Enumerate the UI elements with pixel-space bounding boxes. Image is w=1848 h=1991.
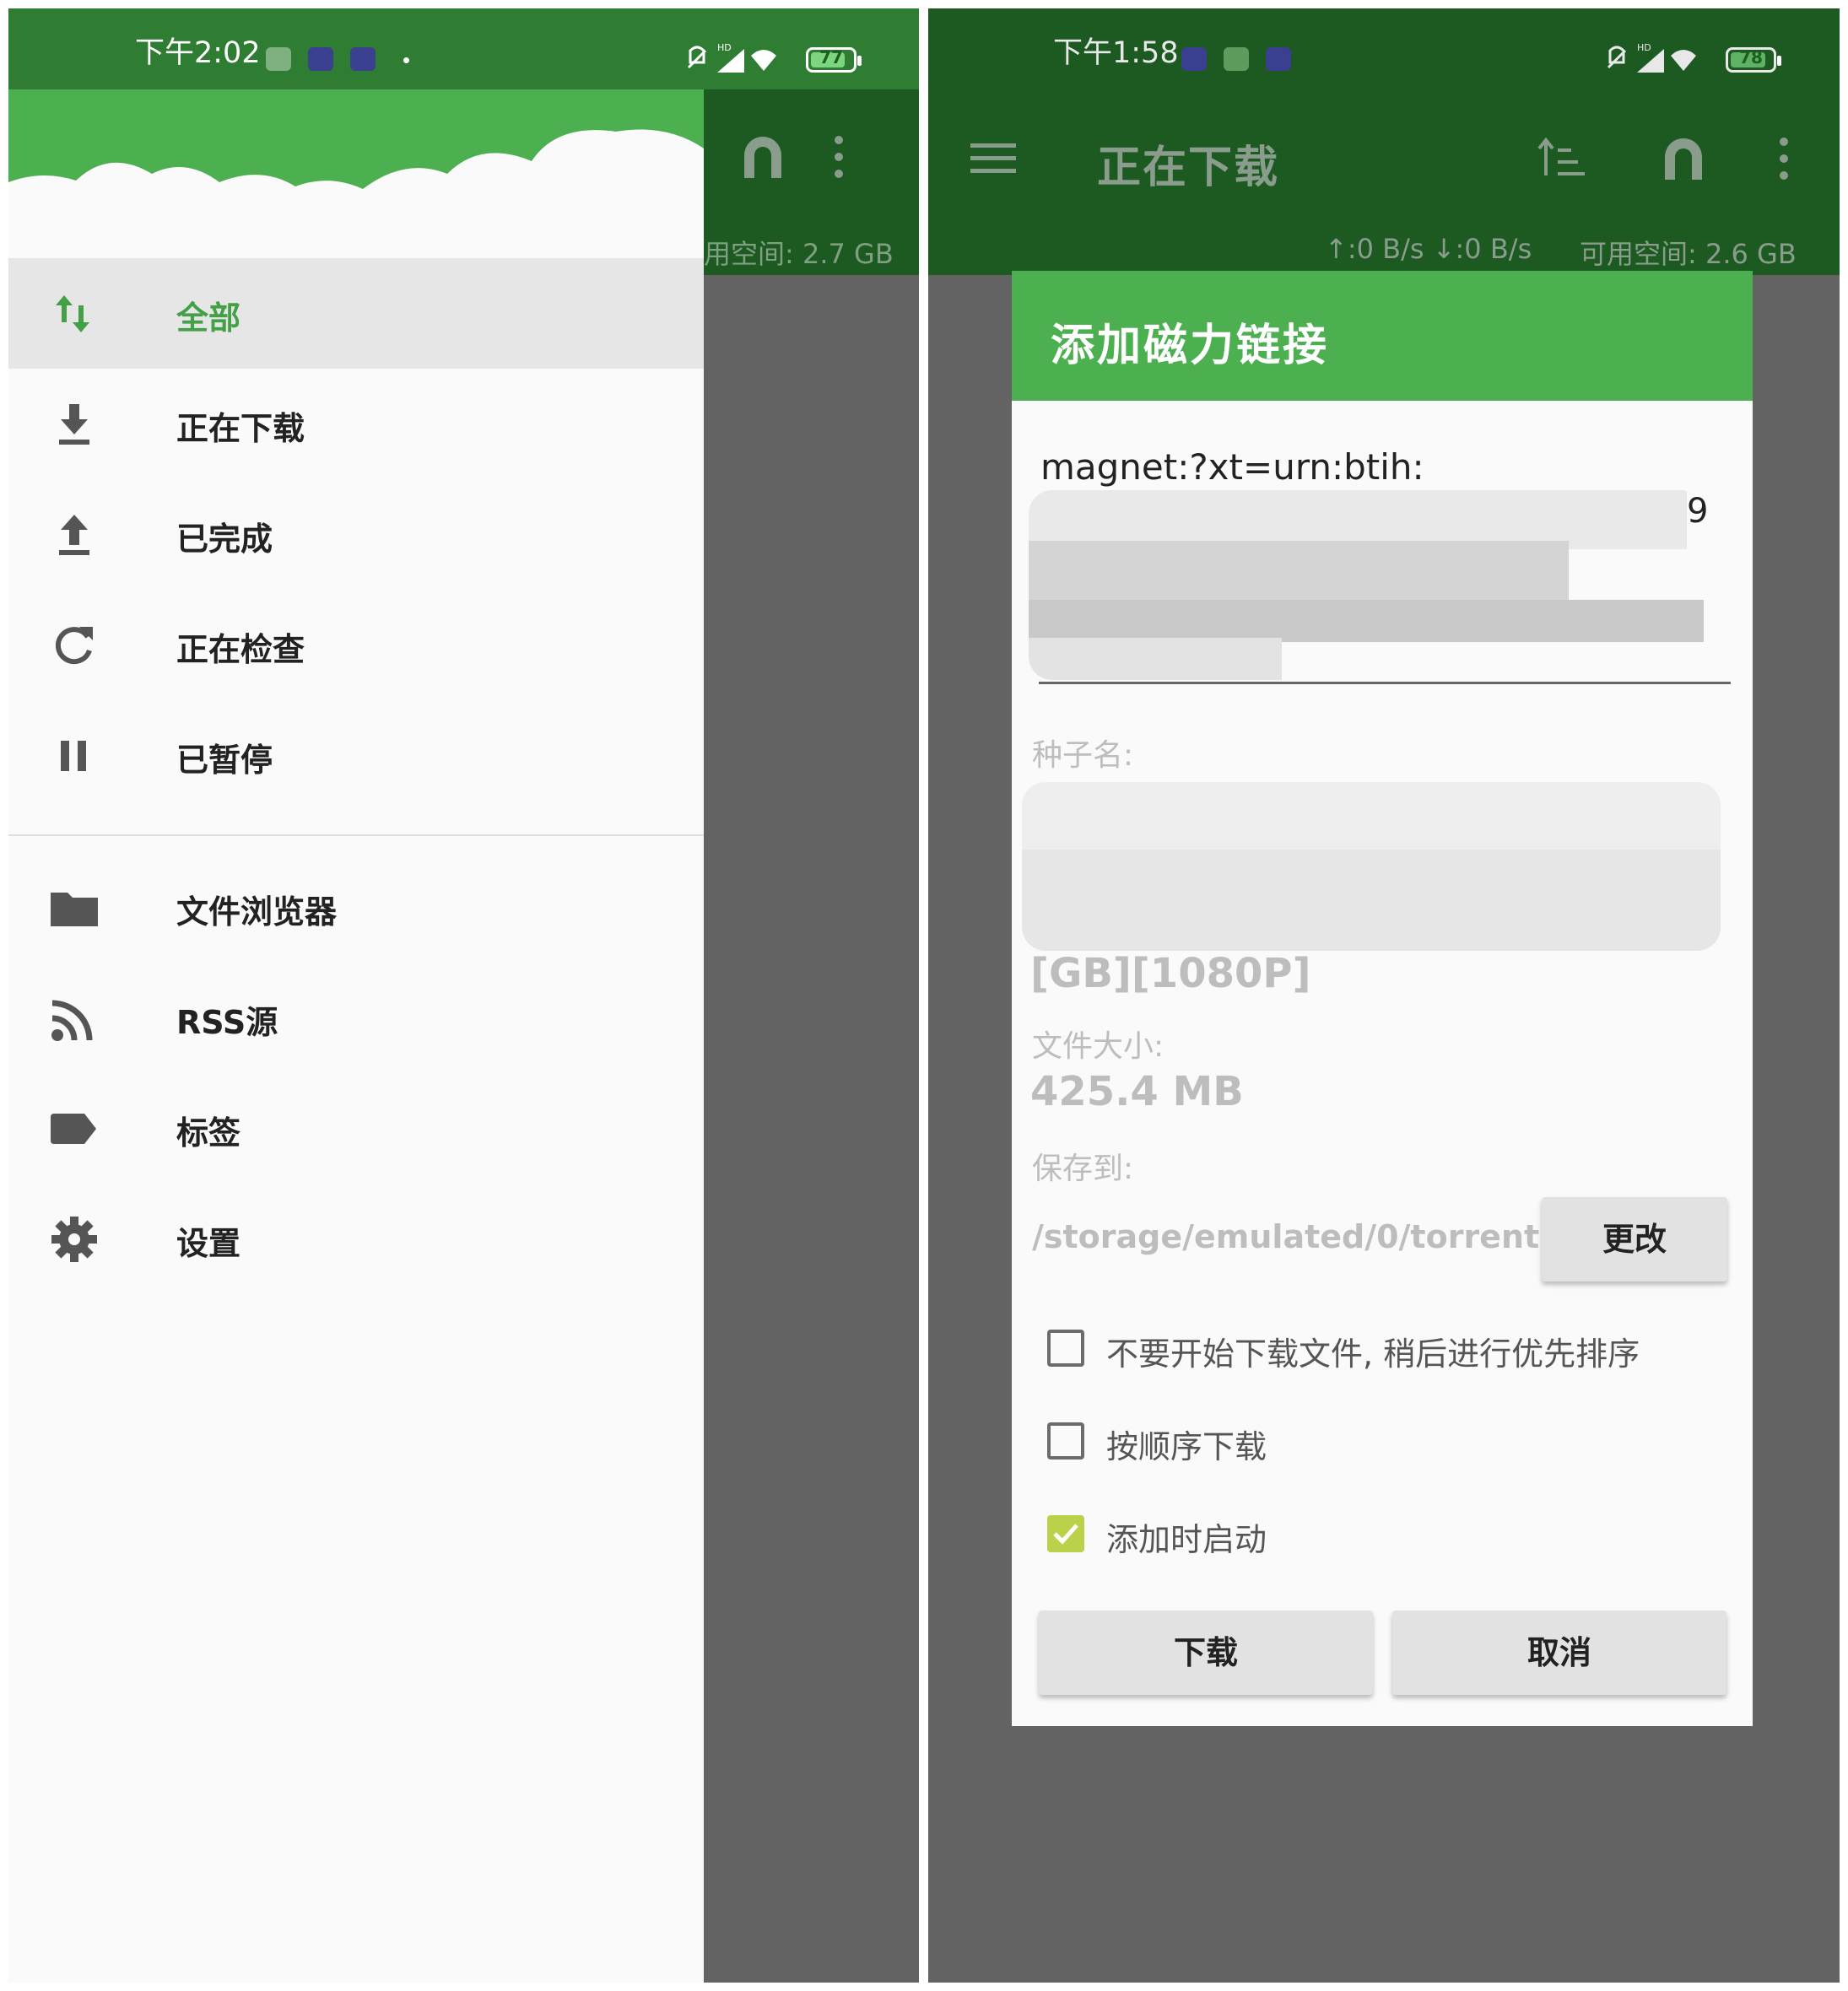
field-underline	[1039, 682, 1731, 684]
svg-text:HD: HD	[717, 42, 732, 53]
option-label: 添加时启动	[1106, 1521, 1267, 1558]
pause-icon	[61, 741, 86, 771]
magnet-icon	[744, 137, 781, 178]
file-size-label: 文件大小:	[1032, 1029, 1164, 1064]
app-notification-icon	[350, 47, 376, 71]
torrent-name-label: 种子名:	[1032, 738, 1134, 773]
save-path-text: /storage/emulated/0/torrent	[1032, 1218, 1540, 1255]
drawer-item-file-browser[interactable]: 文件浏览器	[8, 852, 704, 963]
cancel-button[interactable]: 取消	[1392, 1611, 1726, 1695]
signal-icons: HD	[687, 42, 776, 73]
save-to-label: 保存到:	[1032, 1152, 1134, 1186]
free-space-text: 可用空间: 2.6 GB	[1580, 238, 1797, 270]
battery-icon: 77	[806, 47, 862, 73]
magnet-link-text: magnet:?xt=urn:btih:	[1040, 446, 1424, 488]
magnet-link-field[interactable]: magnet:?xt=urn:btih: 9	[1029, 431, 1731, 684]
drawer-divider	[8, 834, 704, 836]
toolbar: 正在下载 ↑:0 B/s ↓:0 B/s 可用空间: 2.6 GB	[928, 89, 1840, 275]
drawer-item-label: 设置	[176, 1225, 241, 1262]
app-notification-icon	[266, 47, 291, 71]
file-size-value: 425.4 MB	[1030, 1068, 1244, 1115]
option-label: 按顺序下载	[1106, 1428, 1267, 1465]
option-start-on-add[interactable]: 添加时启动	[1012, 1507, 1753, 1574]
navigation-drawer: 全部 正在下载 已完成 正在检查 已暂停 文件浏览器 RSS源 标签 设置	[8, 89, 704, 1983]
drawer-item-label: 文件浏览器	[176, 893, 338, 931]
drawer-item-completed[interactable]: 已完成	[8, 479, 704, 590]
rss-icon	[51, 1000, 93, 1041]
more-vert-icon[interactable]	[1775, 133, 1792, 184]
checkbox[interactable]	[1047, 1330, 1084, 1367]
add-magnet-dialog: 添加磁力链接 magnet:?xt=urn:btih: 9 种子名: [GB][…	[1012, 271, 1753, 1726]
sort-arrows-icon	[56, 295, 89, 332]
drawer-item-label: 正在下载	[176, 410, 305, 447]
more-notifications-dot-icon	[403, 57, 409, 63]
battery-icon: 78	[1726, 47, 1781, 73]
status-time: 下午1:58	[1053, 36, 1179, 70]
svg-text:HD: HD	[1637, 42, 1651, 53]
status-bar: 下午1:58 HD 78	[928, 8, 1840, 89]
redacted-magnet-hash	[1029, 490, 1704, 680]
more-vert-icon	[835, 136, 843, 178]
option-label: 不要开始下载文件, 稍后进行优先排序	[1106, 1335, 1640, 1373]
option-sequential[interactable]: 按顺序下载	[1012, 1414, 1753, 1481]
checkbox[interactable]	[1047, 1422, 1084, 1460]
refresh-icon	[55, 627, 93, 665]
upload-icon	[59, 515, 89, 555]
drawer-item-label: 标签	[176, 1114, 241, 1152]
app-notification-icon	[308, 47, 333, 71]
gear-icon	[51, 1217, 97, 1262]
option-no-start[interactable]: 不要开始下载文件, 稍后进行优先排序	[1012, 1321, 1753, 1389]
change-path-button[interactable]: 更改	[1542, 1197, 1727, 1281]
drawer-item-label: RSS源	[176, 1004, 278, 1041]
drawer-item-downloading[interactable]: 正在下载	[8, 369, 704, 479]
app-notification-icon	[1181, 47, 1207, 71]
sort-icon[interactable]	[1536, 133, 1586, 184]
torrent-name-text: [GB][1080P]	[1030, 950, 1311, 997]
cloud-illustration	[8, 129, 704, 258]
drawer-item-label: 正在检查	[176, 631, 305, 668]
drawer-item-tags[interactable]: 标签	[8, 1073, 704, 1184]
left-screen: 下午2:02 HD 77 用空间: 2.7 GB 全部 正在下载 已完成 正在检…	[8, 8, 919, 1983]
drawer-item-settings[interactable]: 设置	[8, 1184, 704, 1294]
app-notification-icon	[1224, 47, 1249, 71]
speed-indicator: ↑:0 B/s ↓:0 B/s	[1325, 233, 1532, 265]
dialog-title: 添加磁力链接	[1051, 321, 1330, 371]
drawer-item-checking[interactable]: 正在检查	[8, 590, 704, 700]
checkmark-icon	[1053, 1524, 1078, 1545]
dialog-header: 添加磁力链接	[1012, 271, 1753, 401]
download-icon	[59, 404, 89, 445]
signal-icons: HD	[1607, 42, 1696, 73]
page-title: 正在下载	[1097, 143, 1280, 193]
status-bar: 下午2:02 HD 77	[8, 8, 919, 89]
drawer-item-paused[interactable]: 已暂停	[8, 700, 704, 811]
app-notification-icon	[1266, 47, 1291, 71]
scrim-overlay[interactable]: 用空间: 2.7 GB	[704, 89, 919, 1983]
drawer-item-label: 全部	[176, 299, 241, 337]
magnet-icon[interactable]	[1658, 133, 1709, 184]
folder-icon	[51, 893, 98, 926]
free-space-text: 用空间: 2.7 GB	[704, 238, 894, 270]
status-time: 下午2:02	[135, 36, 261, 70]
redacted-torrent-name	[1022, 782, 1721, 951]
drawer-item-all[interactable]: 全部	[8, 258, 704, 369]
drawer-item-label: 已暂停	[176, 742, 273, 779]
tag-icon	[51, 1114, 96, 1144]
drawer-item-rss[interactable]: RSS源	[8, 963, 704, 1073]
right-screen: 下午1:58 HD 78 正在下载 ↑:0 B/s ↓:0 B/s 可用空间: …	[928, 8, 1840, 1983]
checkbox-checked[interactable]	[1047, 1515, 1084, 1552]
download-button[interactable]: 下载	[1039, 1611, 1373, 1695]
magnet-link-tail: 9	[1687, 492, 1709, 531]
drawer-item-label: 已完成	[176, 521, 273, 558]
drawer-header	[8, 89, 704, 258]
menu-icon[interactable]	[970, 142, 1016, 175]
